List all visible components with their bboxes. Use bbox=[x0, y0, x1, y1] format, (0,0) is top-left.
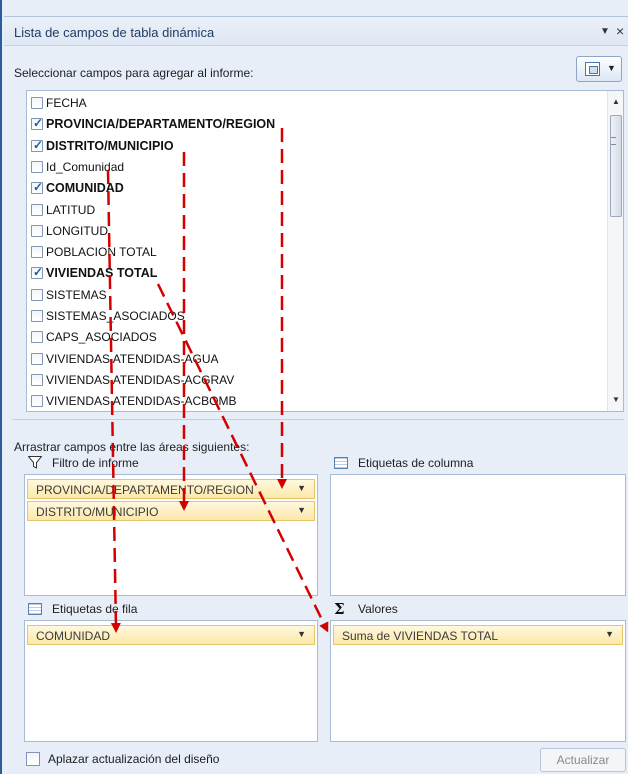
pane-title: Lista de campos de tabla dinámica bbox=[14, 25, 215, 40]
choose-fields-label: Seleccionar campos para agregar al infor… bbox=[14, 66, 254, 80]
field-label: SISTEMAS bbox=[46, 287, 107, 302]
close-icon[interactable]: × bbox=[616, 23, 628, 39]
scroll-down-icon[interactable]: ▼ bbox=[608, 391, 623, 408]
field-item-fecha[interactable]: FECHA bbox=[31, 93, 601, 113]
chevron-down-icon[interactable]: ▼ bbox=[297, 483, 306, 493]
field-label: Id_Comunidad bbox=[46, 159, 125, 174]
field-label: FECHA bbox=[46, 96, 87, 110]
row-labels-icon bbox=[28, 603, 42, 615]
layout-options-button[interactable]: ▼ bbox=[576, 56, 622, 82]
field-item-id-comunidad[interactable]: Id_Comunidad bbox=[31, 157, 601, 177]
pane-menu-icon[interactable]: ▼ bbox=[598, 25, 612, 39]
field-item-provincia[interactable]: PROVINCIA/DEPARTAMENTO/REGION bbox=[31, 114, 601, 134]
chip-label: PROVINCIA/DEPARTAMENTO/REGION bbox=[36, 483, 254, 497]
area-title: Filtro de informe bbox=[52, 456, 139, 470]
field-label: PROVINCIA/DEPARTAMENTO/REGION bbox=[46, 117, 276, 132]
defer-update-checkbox[interactable] bbox=[26, 752, 40, 766]
field-item-longitud[interactable]: LONGITUD bbox=[31, 221, 601, 241]
scroll-up-icon[interactable]: ▲ bbox=[608, 93, 623, 110]
field-list-scrollbar[interactable]: ▲ ▼ bbox=[607, 91, 623, 411]
field-item-comunidad[interactable]: COMUNIDAD bbox=[31, 178, 601, 198]
area-title: Valores bbox=[358, 602, 398, 616]
area-header-column-labels: Etiquetas de columna bbox=[330, 454, 624, 472]
field-label: VIVIENDAS TOTAL bbox=[46, 266, 158, 281]
field-label: VIVIENDAS ATENDIDAS-ACBOMB bbox=[46, 394, 237, 409]
field-checkbox[interactable] bbox=[31, 246, 43, 259]
area-title: Etiquetas de fila bbox=[52, 602, 138, 616]
field-label: SISTEMAS_ASOCIADOS bbox=[46, 309, 185, 323]
field-item-poblacion-total[interactable]: POBLACION TOTAL bbox=[31, 242, 601, 262]
scroll-grip-icon bbox=[611, 137, 616, 145]
field-checkbox[interactable] bbox=[31, 395, 43, 408]
sigma-icon: Σ bbox=[334, 600, 345, 618]
field-label: LONGITUD bbox=[46, 223, 109, 238]
field-item-viviendas-acgrav[interactable]: VIVIENDAS ATENDIDAS-ACGRAV bbox=[31, 370, 601, 390]
field-item-caps-asociados[interactable]: CAPS_ASOCIADOS bbox=[31, 327, 601, 347]
field-label: COMUNIDAD bbox=[46, 181, 124, 196]
field-checkbox[interactable] bbox=[31, 352, 43, 365]
field-checkbox[interactable] bbox=[31, 288, 43, 301]
title-bar: Lista de campos de tabla dinámica ▼ × bbox=[4, 16, 628, 46]
field-item-viviendas-acbomb[interactable]: VIVIENDAS ATENDIDAS-ACBOMB bbox=[31, 391, 601, 411]
chevron-down-icon[interactable]: ▼ bbox=[297, 505, 306, 515]
area-column-labels[interactable] bbox=[330, 474, 626, 596]
area-report-filter[interactable]: PROVINCIA/DEPARTAMENTO/REGION ▼ DISTRITO… bbox=[24, 474, 318, 596]
area-values[interactable]: Suma de VIVIENDAS TOTAL ▼ bbox=[330, 620, 626, 742]
field-label: DISTRITO/MUNICIPIO bbox=[46, 138, 174, 153]
field-checkbox[interactable] bbox=[31, 224, 43, 237]
field-item-viviendas-agua[interactable]: VIVIENDAS ATENDIDAS-AGUA bbox=[31, 349, 601, 369]
value-field-chip[interactable]: Suma de VIVIENDAS TOTAL ▼ bbox=[333, 625, 623, 645]
field-checkbox[interactable] bbox=[31, 97, 43, 109]
field-label: POBLACION TOTAL bbox=[46, 245, 157, 260]
field-label: LATITUD bbox=[46, 202, 96, 217]
row-field-chip[interactable]: COMUNIDAD ▼ bbox=[27, 625, 315, 645]
scroll-thumb[interactable] bbox=[610, 115, 622, 217]
area-row-labels[interactable]: COMUNIDAD ▼ bbox=[24, 620, 318, 742]
drag-fields-label: Arrastrar campos entre las áreas siguien… bbox=[14, 440, 250, 454]
field-label: VIVIENDAS ATENDIDAS-ACGRAV bbox=[46, 372, 235, 387]
field-checkbox[interactable] bbox=[31, 265, 43, 280]
field-item-latitud[interactable]: LATITUD bbox=[31, 200, 601, 220]
area-header-values: Σ Valores bbox=[330, 600, 624, 618]
filter-field-chip[interactable]: DISTRITO/MUNICIPIO ▼ bbox=[27, 501, 315, 521]
defer-update-label: Aplazar actualización del diseño bbox=[48, 752, 220, 766]
field-checkbox[interactable] bbox=[31, 310, 43, 322]
field-checkbox[interactable] bbox=[31, 138, 43, 152]
layout-icon bbox=[585, 62, 600, 76]
field-label: CAPS_ASOCIADOS bbox=[46, 330, 157, 345]
field-item-distrito[interactable]: DISTRITO/MUNICIPIO bbox=[31, 136, 601, 156]
field-checkbox[interactable] bbox=[31, 203, 43, 216]
area-header-row-labels: Etiquetas de fila bbox=[24, 600, 316, 618]
field-checkbox[interactable] bbox=[31, 160, 43, 173]
column-labels-icon bbox=[334, 457, 348, 469]
section-divider bbox=[12, 419, 624, 420]
field-item-viviendas-total[interactable]: VIVIENDAS TOTAL bbox=[31, 263, 601, 283]
area-title: Etiquetas de columna bbox=[358, 456, 474, 470]
area-header-report-filter: Filtro de informe bbox=[24, 454, 316, 472]
field-checkbox[interactable] bbox=[31, 180, 43, 195]
chip-label: COMUNIDAD bbox=[36, 629, 110, 643]
field-item-sistemas[interactable]: SISTEMAS bbox=[31, 285, 601, 305]
chevron-down-icon: ▼ bbox=[607, 63, 616, 73]
update-button[interactable]: Actualizar bbox=[540, 748, 626, 772]
pivot-field-list-pane: Lista de campos de tabla dinámica ▼ × Se… bbox=[0, 0, 628, 774]
field-checkbox[interactable] bbox=[31, 116, 43, 131]
chevron-down-icon[interactable]: ▼ bbox=[297, 629, 306, 639]
filter-field-chip[interactable]: PROVINCIA/DEPARTAMENTO/REGION ▼ bbox=[27, 479, 315, 499]
field-item-sistemas-asociados[interactable]: SISTEMAS_ASOCIADOS bbox=[31, 306, 601, 326]
chip-label: Suma de VIVIENDAS TOTAL bbox=[342, 629, 499, 643]
chevron-down-icon[interactable]: ▼ bbox=[605, 629, 614, 639]
field-checkbox[interactable] bbox=[31, 373, 43, 386]
field-label: VIVIENDAS ATENDIDAS-AGUA bbox=[46, 351, 219, 366]
filter-icon bbox=[28, 456, 42, 469]
chip-label: DISTRITO/MUNICIPIO bbox=[36, 505, 159, 519]
field-list: FECHA PROVINCIA/DEPARTAMENTO/REGION DIST… bbox=[26, 90, 624, 412]
field-checkbox[interactable] bbox=[31, 331, 43, 344]
